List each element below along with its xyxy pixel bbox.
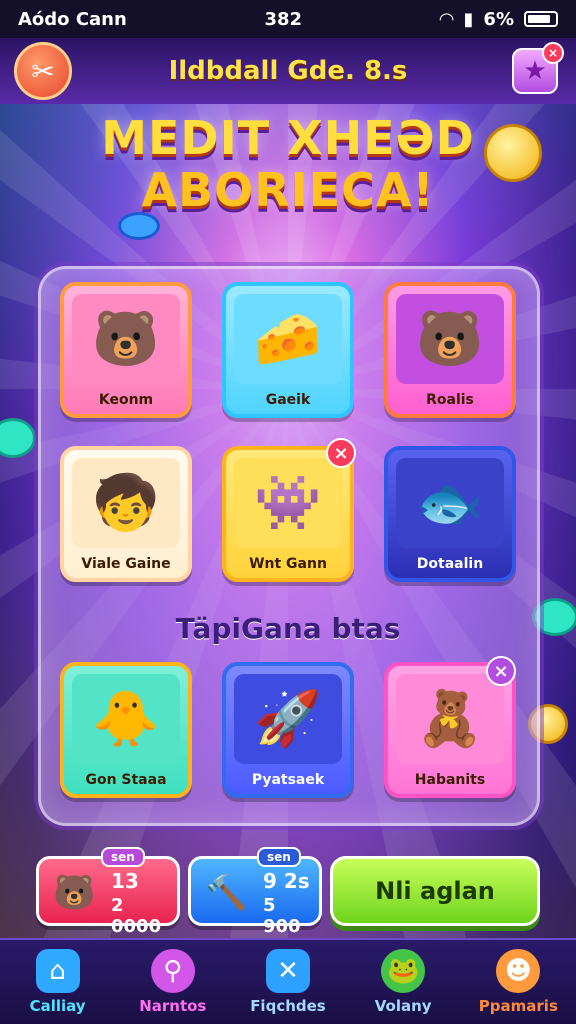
game-card-label: Viale Gaine	[81, 556, 171, 572]
hero-title-line2: ABORIECA!	[141, 163, 435, 217]
battery-percent: 6%	[483, 8, 514, 30]
nav-label: Narntos	[139, 997, 207, 1015]
nav-item-home[interactable]: ⌂ Calliay	[3, 949, 113, 1015]
game-card-label: Roalis	[426, 392, 474, 408]
section-title: TäpiGana btas	[175, 612, 401, 645]
game-card-label: Dotaalin	[416, 556, 484, 572]
close-icon[interactable]: ×	[326, 438, 356, 468]
stat-box-hammer[interactable]: sen 🔨 9 2s 5 900	[188, 847, 322, 937]
hammer-icon: 🔨	[205, 873, 248, 913]
stat-box-bear[interactable]: sen 🐻 13 2 0000	[36, 847, 180, 937]
carrier-label: Aódo Cann	[18, 8, 127, 30]
stat-value-primary: 13	[111, 869, 139, 893]
game-card[interactable]: 🐥 Gon Staaa	[60, 662, 192, 798]
search-icon: ⚲	[150, 949, 195, 993]
nav-label: Ppamaris	[478, 997, 558, 1015]
bottom-navigation: ⌂ Calliay ⚲ Narntos ✕ Fiqchdes 🐸 Volany …	[0, 938, 576, 1024]
top-header: ✂ Ildbdall Gde. 8.s ★ ×	[0, 38, 576, 104]
settings-button[interactable]: ✂	[14, 42, 72, 100]
stat-tag: sen	[101, 847, 145, 867]
purple-bear-icon: 🧸	[396, 674, 504, 764]
stat-tag: sen	[257, 847, 301, 867]
star-icon: ★	[523, 56, 547, 86]
orange-blob-icon: ☻	[496, 949, 541, 993]
header-title: Ildbdall Gde. 8.s	[168, 56, 408, 86]
coin-decoration	[0, 418, 36, 458]
hero-title-line1: MEDIT XHEƏD	[101, 111, 475, 165]
play-button[interactable]: Nli aglan	[330, 856, 540, 926]
nav-item-search[interactable]: ⚲ Narntos	[118, 949, 228, 1015]
stat-value-secondary: 5 900	[263, 895, 301, 937]
status-bar: Aódo Cann 382 ◠ ▮ 6%	[0, 0, 576, 38]
game-card-label: Gon Staaa	[85, 772, 167, 788]
status-indicators: ◠ ▮ 6%	[440, 9, 558, 30]
game-card-label: Habanits	[414, 772, 486, 788]
yellow-bird-icon: 🐥	[72, 674, 180, 764]
clock-time: 382	[264, 8, 303, 30]
nav-label: Calliay	[29, 997, 86, 1015]
stat-value-primary: 9 2s	[263, 869, 310, 893]
game-card[interactable]: 🐻 Keonm	[60, 282, 192, 418]
signal-icon: ▮	[463, 8, 474, 30]
tools-icon: ✂	[31, 54, 55, 88]
favorites-button[interactable]: ★ ×	[512, 42, 564, 94]
pink-monster-icon: 👾	[234, 458, 342, 548]
game-card-label: Keonm	[98, 392, 154, 408]
frog-icon: 🐸	[381, 949, 426, 993]
game-card-label: Gaeik	[265, 392, 311, 408]
helmet-kid-icon: 🧒	[72, 458, 180, 548]
game-card[interactable]: 🚀 Pyatsaek	[222, 662, 354, 798]
nav-item-friends[interactable]: 🐸 Volany	[348, 949, 458, 1015]
battery-icon	[523, 11, 558, 27]
game-card[interactable]: 🧒 Viale Gaine	[60, 446, 192, 582]
nav-item-challenges[interactable]: ✕ Fiqchdes	[233, 949, 343, 1015]
nav-label: Volany	[374, 997, 432, 1015]
bear-chef-icon: 🐻	[396, 294, 504, 384]
home-icon: ⌂	[35, 949, 80, 993]
stat-value-secondary: 2 0000	[111, 895, 162, 937]
hero-title: MEDIT XHEƏD ABORIECA!	[0, 112, 576, 216]
close-icon: ✕	[265, 949, 310, 993]
nav-item-profile[interactable]: ☻ Ppamaris	[463, 949, 573, 1015]
nav-label: Fiqchdes	[250, 997, 326, 1015]
golden-fish-icon: 🐟	[396, 458, 504, 548]
cheese-cake-icon: 🧀	[234, 294, 342, 384]
game-card[interactable]: 🐻 Roalis	[384, 282, 516, 418]
game-card-label: Pyatsaek	[251, 772, 325, 788]
close-icon[interactable]: ×	[486, 656, 516, 686]
game-card-label: Wnt Gann	[249, 556, 327, 572]
wifi-icon: ◠	[439, 8, 454, 30]
red-rocket-icon: 🚀	[234, 674, 342, 764]
notification-badge: ×	[542, 42, 564, 64]
bear-avatar-icon: 🐻	[53, 873, 96, 913]
game-card[interactable]: 🐟 Dotaalin	[384, 446, 516, 582]
sunglasses-bear-icon: 🐻	[72, 294, 180, 384]
game-card[interactable]: 🧀 Gaeik	[222, 282, 354, 418]
